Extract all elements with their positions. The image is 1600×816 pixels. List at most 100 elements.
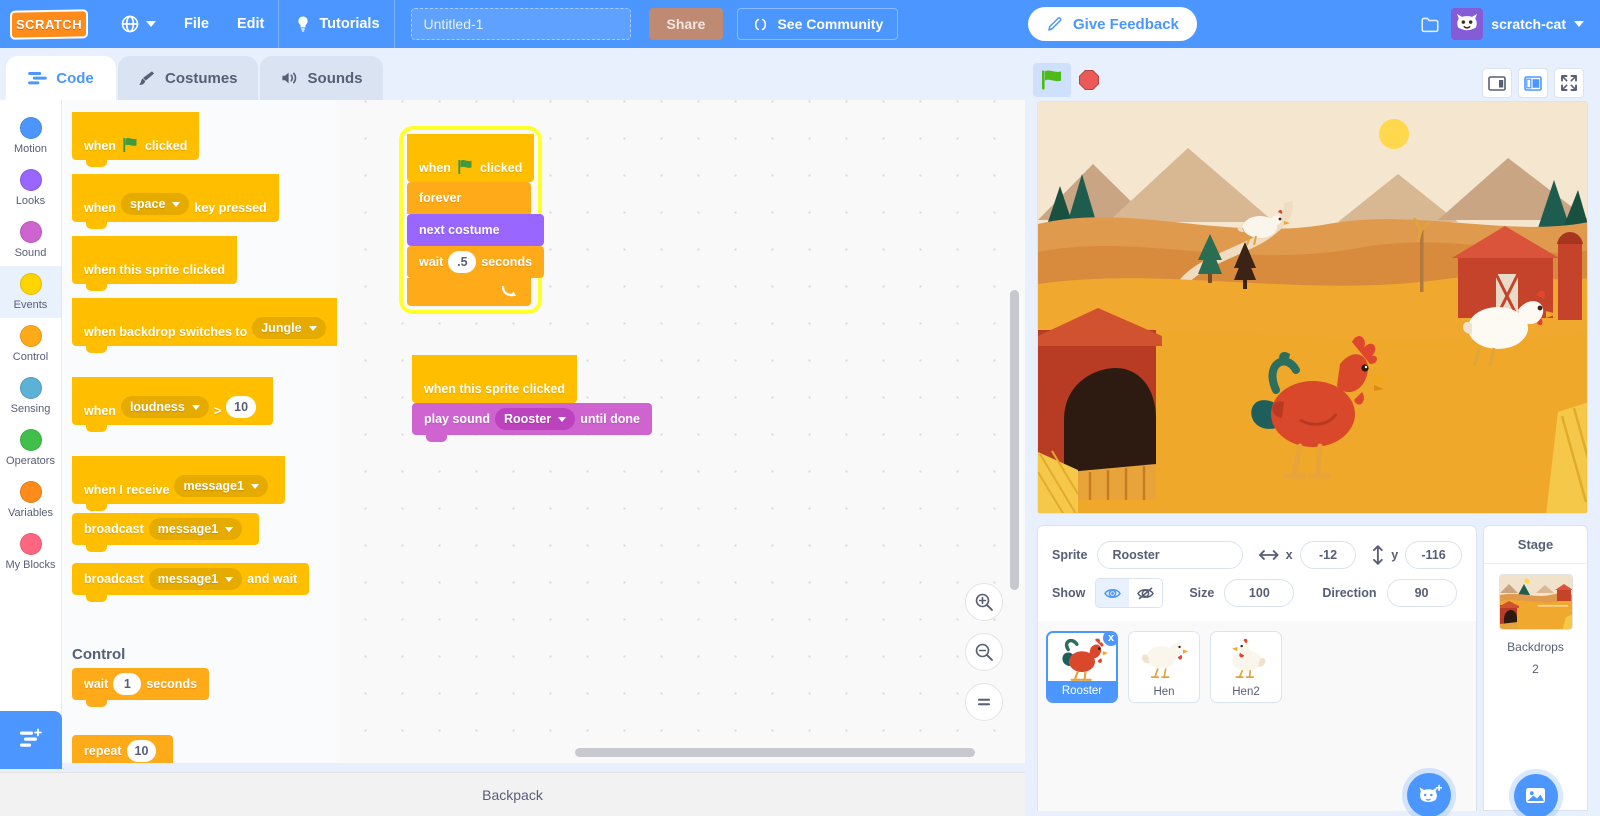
code-workspace[interactable]: when clicked forever xyxy=(337,100,1025,763)
workspace-vertical-scrollbar[interactable] xyxy=(1010,290,1019,590)
seconds-text: seconds xyxy=(146,677,197,691)
language-selector[interactable] xyxy=(106,0,170,48)
category-sound[interactable]: Sound xyxy=(0,214,61,266)
broadcast-wait-message-dropdown[interactable]: message1 xyxy=(149,568,242,590)
wait-duration-input[interactable]: .5 xyxy=(448,251,476,273)
palette-block-when-key-pressed[interactable]: when space key pressed xyxy=(72,174,279,222)
show-off-button[interactable] xyxy=(1129,579,1162,607)
block-when-this-sprite-clicked[interactable]: when this sprite clicked xyxy=(412,355,577,403)
palette-block-wait-seconds[interactable]: wait 1 seconds xyxy=(72,668,209,700)
fullscreen-icon xyxy=(1560,74,1578,92)
palette-block-when-backdrop-switches[interactable]: when backdrop switches to Jungle xyxy=(72,298,343,346)
block-play-sound-until-done[interactable]: play sound Rooster until done xyxy=(412,403,652,435)
broadcast-message-dropdown[interactable]: message1 xyxy=(149,518,242,540)
give-feedback-label: Give Feedback xyxy=(1073,16,1179,33)
repeat-count-input[interactable]: 10 xyxy=(127,740,157,762)
sprite-name-input[interactable]: Rooster xyxy=(1097,541,1243,569)
sprite-y-input[interactable]: -116 xyxy=(1405,541,1462,569)
menu-edit[interactable]: Edit xyxy=(223,0,278,48)
project-title-input[interactable]: Untitled-1 xyxy=(411,8,631,40)
zoom-in-button[interactable] xyxy=(965,583,1003,621)
palette-section-control: Control xyxy=(72,646,125,663)
show-on-button[interactable] xyxy=(1096,579,1129,607)
block-wait-seconds[interactable]: wait .5 seconds xyxy=(407,246,544,278)
large-stage-button[interactable] xyxy=(1518,68,1548,98)
category-variables[interactable]: Variables xyxy=(0,474,61,526)
zoom-reset-button[interactable] xyxy=(965,683,1003,721)
category-variables-label: Variables xyxy=(8,507,53,519)
delete-sprite-button[interactable]: x xyxy=(1101,631,1118,648)
loudness-threshold-input[interactable]: 10 xyxy=(226,396,256,418)
sprite-tile-hen2[interactable]: Hen2 xyxy=(1210,631,1282,703)
sprite-size-input[interactable]: 100 xyxy=(1224,579,1294,607)
palette-block-when-i-receive[interactable]: when I receive message1 xyxy=(72,456,285,504)
sprite-row-show-size-direction: Show xyxy=(1052,576,1462,610)
folder-icon[interactable] xyxy=(1419,15,1441,34)
stage-controls xyxy=(1033,58,1592,102)
stop-button[interactable] xyxy=(1071,63,1107,97)
sprite-x-value: -12 xyxy=(1319,548,1337,562)
close-icon: x xyxy=(1108,632,1114,644)
key-dropdown[interactable]: space xyxy=(121,193,189,215)
wait-seconds-input[interactable]: 1 xyxy=(113,673,141,695)
menu-tutorials-label: Tutorials xyxy=(319,16,379,32)
add-extension-button[interactable] xyxy=(0,711,62,769)
x-label: x xyxy=(1286,548,1293,562)
palette-block-when-loudness-greater[interactable]: when loudness > 10 xyxy=(72,377,273,425)
category-operators-label: Operators xyxy=(6,455,55,467)
block-next-costume[interactable]: next costume xyxy=(407,214,544,246)
chevron-down-icon xyxy=(225,577,233,582)
sprite-direction-input[interactable]: 90 xyxy=(1387,579,1457,607)
palette-block-when-sprite-clicked[interactable]: when this sprite clicked xyxy=(72,236,237,284)
small-stage-button[interactable] xyxy=(1482,68,1512,98)
play-sound-text: play sound xyxy=(424,412,490,426)
zoom-out-button[interactable] xyxy=(965,633,1003,671)
palette-block-broadcast[interactable]: broadcast message1 xyxy=(72,513,259,545)
account-menu[interactable]: scratch-cat xyxy=(1451,8,1592,40)
sprite-x-input[interactable]: -12 xyxy=(1300,541,1357,569)
category-events[interactable]: Events xyxy=(0,266,61,318)
hen-thumbnail-icon xyxy=(1139,638,1189,680)
palette-block-when-flag-clicked[interactable]: when clicked xyxy=(72,112,199,160)
tab-code[interactable]: Code xyxy=(6,56,116,100)
green-flag-button[interactable] xyxy=(1033,63,1071,97)
category-control[interactable]: Control xyxy=(0,318,61,370)
give-feedback-button[interactable]: Give Feedback xyxy=(1028,7,1197,41)
share-button[interactable]: Share xyxy=(649,8,724,40)
backpack-bar[interactable]: Backpack xyxy=(0,772,1025,816)
category-looks[interactable]: Looks xyxy=(0,162,61,214)
message-dropdown[interactable]: message1 xyxy=(174,475,267,497)
palette-block-broadcast-and-wait[interactable]: broadcast message1 and wait xyxy=(72,563,309,595)
stage-canvas[interactable] xyxy=(1037,101,1588,514)
block-forever[interactable]: forever next costume wait xyxy=(407,182,531,306)
fullscreen-button[interactable] xyxy=(1554,68,1584,98)
sound-dropdown[interactable]: Rooster xyxy=(495,408,575,430)
and-wait-text: and wait xyxy=(247,572,297,586)
loudness-dropdown[interactable]: loudness xyxy=(121,396,209,418)
sprite-tile-hen[interactable]: Hen xyxy=(1128,631,1200,703)
tab-costumes[interactable]: Costumes xyxy=(118,56,258,100)
tab-sounds[interactable]: Sounds xyxy=(260,56,383,100)
add-backdrop-button[interactable] xyxy=(1514,774,1558,816)
category-operators[interactable]: Operators xyxy=(0,422,61,474)
backdrop-dropdown[interactable]: Jungle xyxy=(252,317,325,339)
sprite-info-panel: Sprite Rooster x -12 y xyxy=(1037,525,1477,811)
scratch-logo[interactable]: SCRATCH xyxy=(10,9,88,39)
category-motion[interactable]: Motion xyxy=(0,110,61,162)
sprite-tile-rooster[interactable]: x xyxy=(1046,631,1118,703)
script-when-flag-clicked[interactable]: when clicked forever xyxy=(403,130,538,310)
workspace-horizontal-scrollbar[interactable] xyxy=(575,748,975,757)
menu-file[interactable]: File xyxy=(170,0,223,48)
add-sprite-button[interactable] xyxy=(1407,773,1451,816)
see-community-button[interactable]: See Community xyxy=(737,8,898,40)
community-icon xyxy=(752,16,769,33)
menu-tutorials[interactable]: Tutorials xyxy=(279,0,393,48)
palette-block-repeat[interactable]: repeat 10 xyxy=(72,735,173,763)
block-when-flag-clicked[interactable]: when clicked xyxy=(407,134,534,182)
category-my-blocks[interactable]: My Blocks xyxy=(0,526,61,578)
script-when-sprite-clicked[interactable]: when this sprite clicked play sound Roos… xyxy=(412,355,652,435)
stage-selector-panel[interactable]: Stage xyxy=(1483,525,1588,811)
category-sensing[interactable]: Sensing xyxy=(0,370,61,422)
broadcast-message-value: message1 xyxy=(158,522,218,536)
category-my-blocks-label: My Blocks xyxy=(5,559,55,571)
